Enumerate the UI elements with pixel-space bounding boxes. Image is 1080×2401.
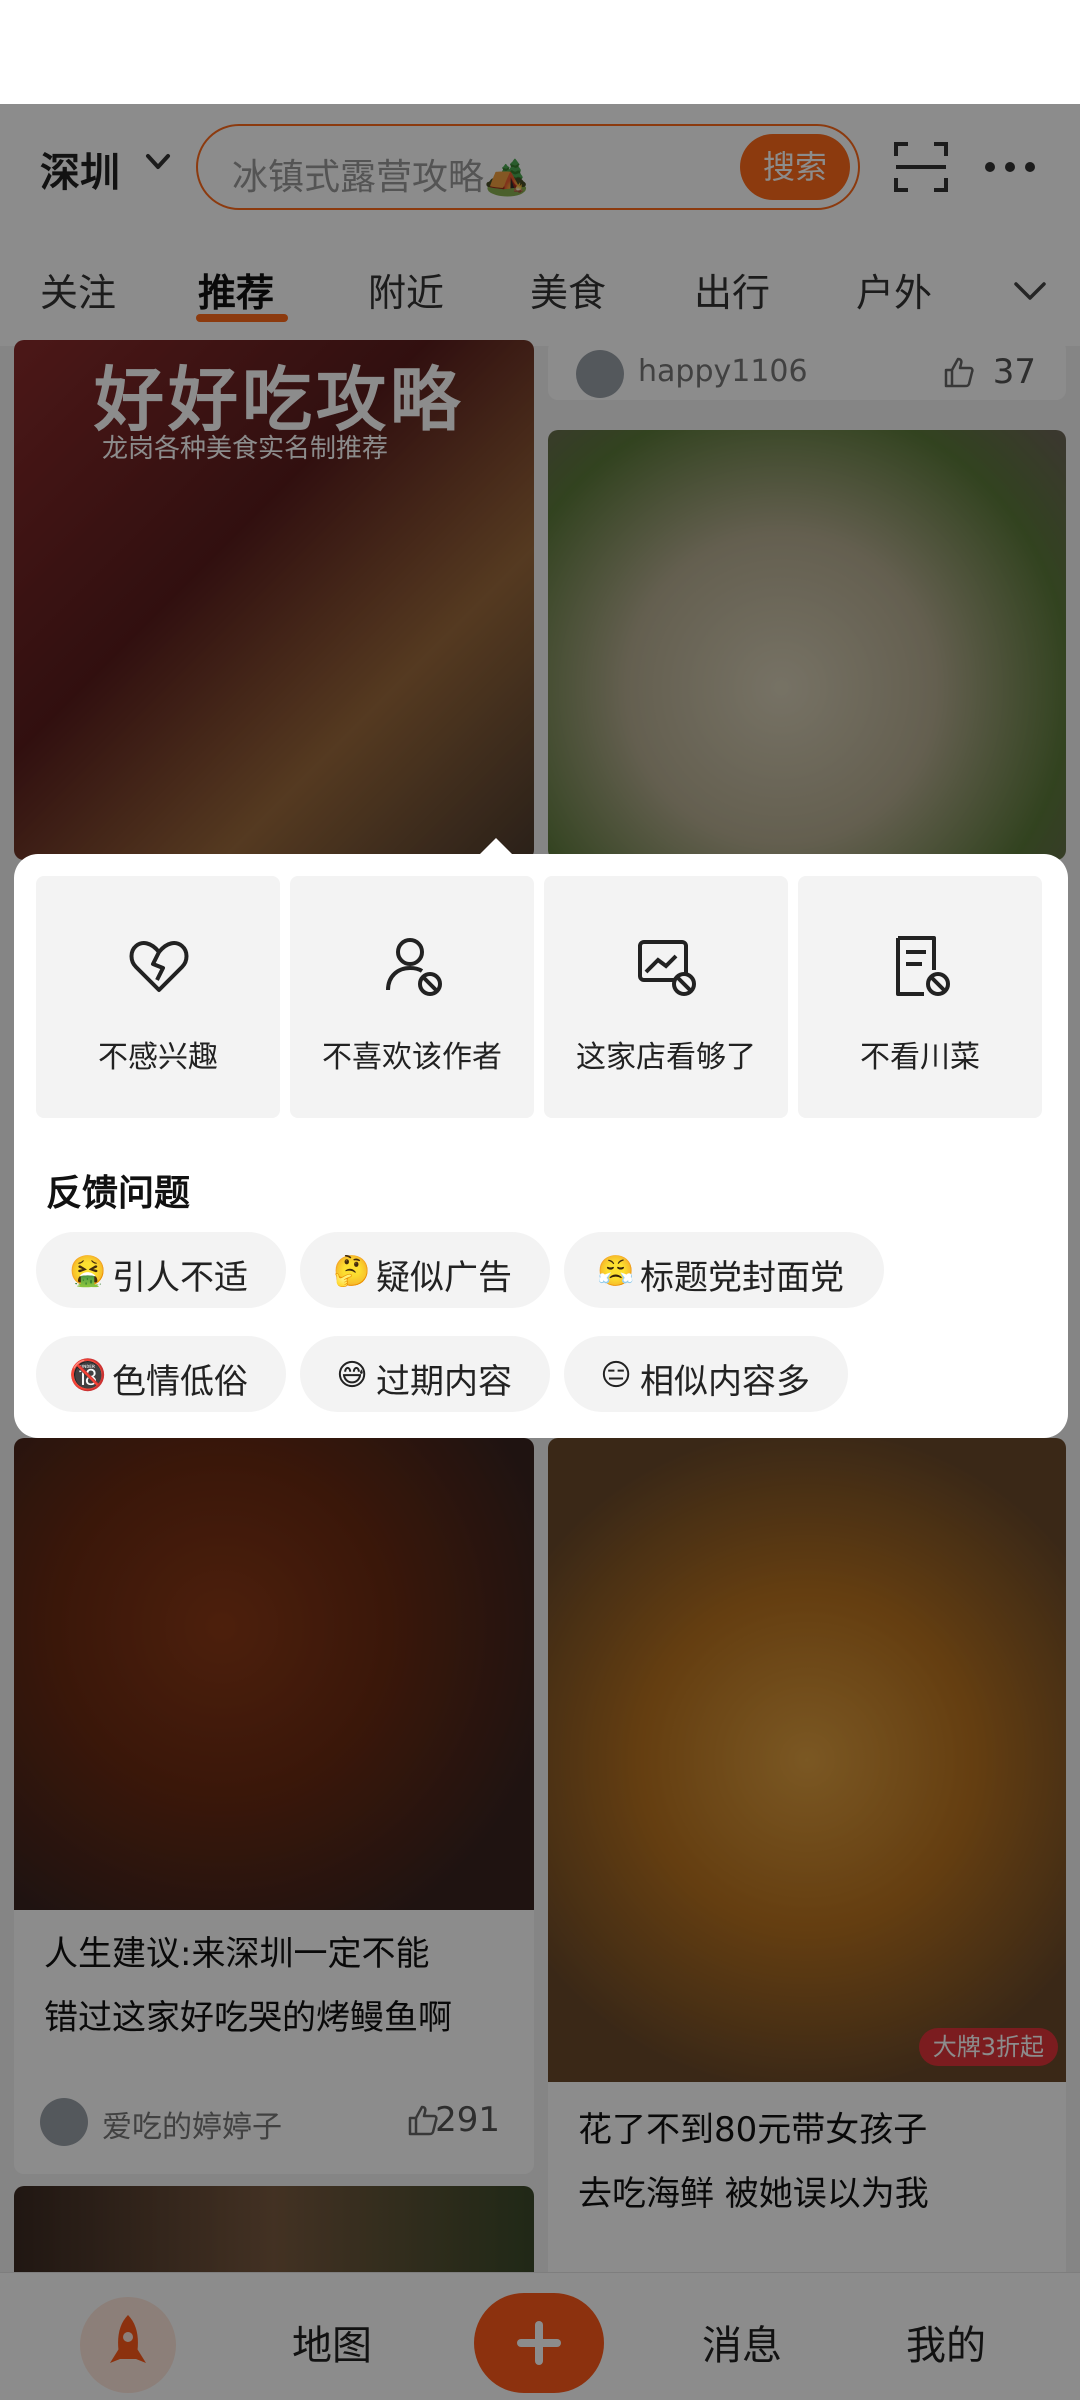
feedback-section-title: 反馈问题	[46, 1173, 191, 1214]
status-bar	[0, 0, 1080, 104]
chip-label: 疑似广告	[376, 1258, 512, 1298]
document-block-icon	[896, 936, 950, 996]
chip-label: 标题党封面党	[640, 1258, 844, 1298]
option-store-enough[interactable]: 这家店看够了	[544, 876, 788, 1118]
store-block-icon	[638, 940, 696, 996]
chip-label: 引人不适	[112, 1258, 248, 1298]
option-dislike-author[interactable]: 不喜欢该作者	[290, 876, 534, 1118]
sweat-smile-emoji-icon: 😅	[336, 1358, 368, 1393]
chip-label: 色情低俗	[112, 1362, 248, 1402]
no-under-18-icon: 🔞	[69, 1358, 107, 1393]
option-label: 不喜欢该作者	[322, 1040, 502, 1075]
chip-clickbait[interactable]: 😤 标题党封面党	[564, 1232, 884, 1308]
user-block-icon	[386, 938, 442, 996]
chip-similar-content[interactable]: 😑 相似内容多	[564, 1336, 848, 1412]
nauseated-emoji-icon: 🤮	[69, 1254, 107, 1289]
option-no-sichuan[interactable]: 不看川菜	[798, 876, 1042, 1118]
chip-label: 相似内容多	[640, 1362, 810, 1402]
chip-outdated[interactable]: 😅 过期内容	[300, 1336, 550, 1412]
expressionless-emoji-icon: 😑	[600, 1358, 632, 1393]
chip-uncomfortable[interactable]: 🤮 引人不适	[36, 1232, 286, 1308]
thinking-emoji-icon: 🤔	[333, 1254, 371, 1289]
chip-suspected-ad[interactable]: 🤔 疑似广告	[300, 1232, 550, 1308]
angry-emoji-icon: 😤	[597, 1254, 635, 1289]
option-not-interested[interactable]: 不感兴趣	[36, 876, 280, 1118]
option-label: 这家店看够了	[576, 1040, 756, 1075]
feedback-popup: 不感兴趣 不喜欢该作者 这家店看够了 不看川菜 反馈问题 🤮 引人不适 🤔 疑似…	[14, 854, 1068, 1438]
chip-label: 过期内容	[376, 1362, 512, 1402]
option-label: 不感兴趣	[98, 1040, 218, 1075]
broken-heart-icon	[129, 941, 189, 992]
chip-vulgar[interactable]: 🔞 色情低俗	[36, 1336, 286, 1412]
option-label: 不看川菜	[860, 1040, 980, 1075]
